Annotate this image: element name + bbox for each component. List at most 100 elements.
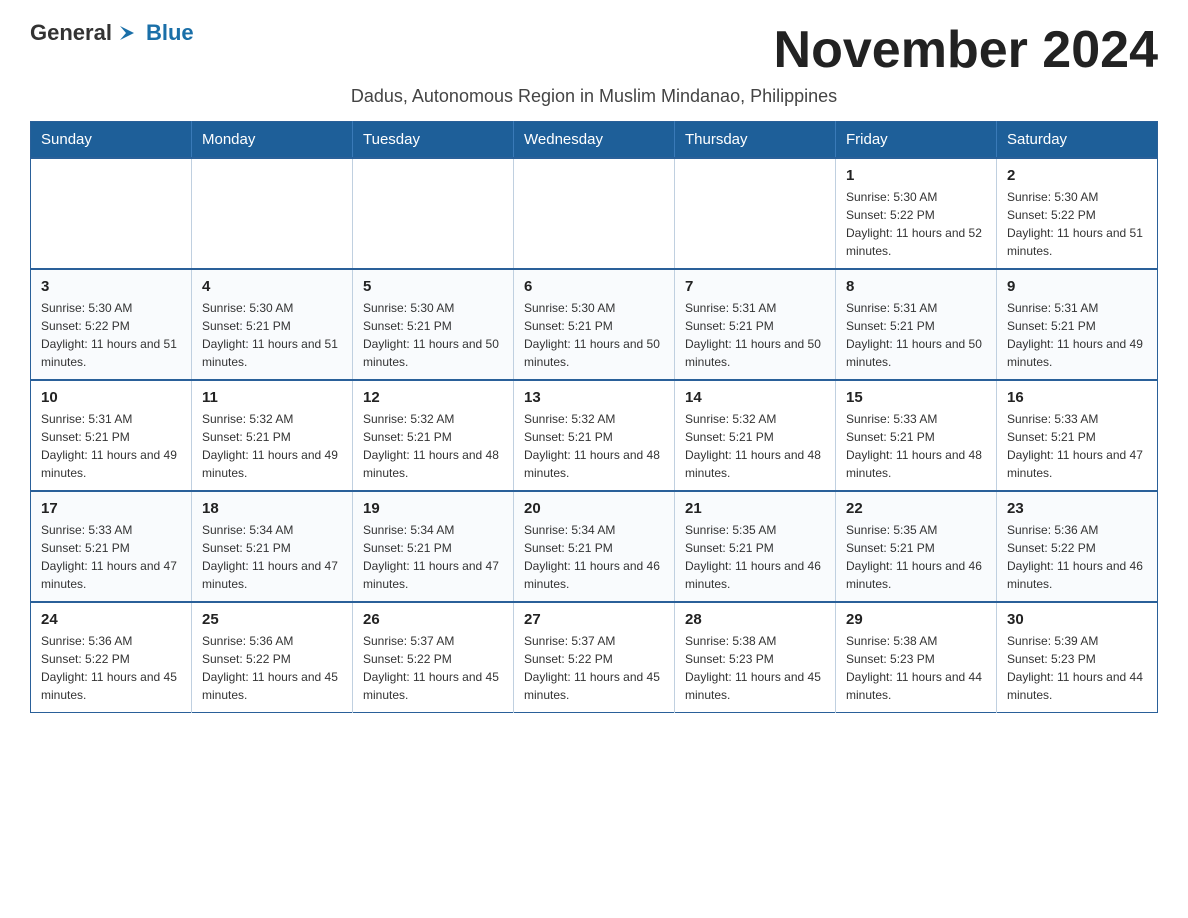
day-number: 27 xyxy=(524,611,664,628)
day-number: 11 xyxy=(202,389,342,406)
day-info: Sunrise: 5:35 AM Sunset: 5:21 PM Dayligh… xyxy=(846,521,986,593)
day-info: Sunrise: 5:30 AM Sunset: 5:22 PM Dayligh… xyxy=(846,188,986,260)
day-number: 24 xyxy=(41,611,181,628)
day-number: 26 xyxy=(363,611,503,628)
day-info: Sunrise: 5:30 AM Sunset: 5:22 PM Dayligh… xyxy=(41,299,181,371)
calendar-cell: 24 Sunrise: 5:36 AM Sunset: 5:22 PM Dayli… xyxy=(31,602,192,713)
subtitle: Dadus, Autonomous Region in Muslim Minda… xyxy=(30,86,1158,107)
calendar-cell: 1 Sunrise: 5:30 AM Sunset: 5:22 PM Daylig… xyxy=(836,158,997,269)
day-info: Sunrise: 5:36 AM Sunset: 5:22 PM Dayligh… xyxy=(1007,521,1147,593)
day-info: Sunrise: 5:37 AM Sunset: 5:22 PM Dayligh… xyxy=(363,632,503,704)
calendar-cell xyxy=(514,158,675,269)
day-number: 19 xyxy=(363,500,503,517)
day-info: Sunrise: 5:33 AM Sunset: 5:21 PM Dayligh… xyxy=(1007,410,1147,482)
day-info: Sunrise: 5:36 AM Sunset: 5:22 PM Dayligh… xyxy=(202,632,342,704)
header-row: SundayMondayTuesdayWednesdayThursdayFrid… xyxy=(31,122,1158,159)
calendar-cell: 6 Sunrise: 5:30 AM Sunset: 5:21 PM Daylig… xyxy=(514,269,675,380)
day-number: 29 xyxy=(846,611,986,628)
day-info: Sunrise: 5:31 AM Sunset: 5:21 PM Dayligh… xyxy=(846,299,986,371)
day-number: 23 xyxy=(1007,500,1147,517)
day-number: 12 xyxy=(363,389,503,406)
day-number: 17 xyxy=(41,500,181,517)
day-number: 3 xyxy=(41,278,181,295)
day-info: Sunrise: 5:38 AM Sunset: 5:23 PM Dayligh… xyxy=(846,632,986,704)
day-number: 10 xyxy=(41,389,181,406)
day-number: 16 xyxy=(1007,389,1147,406)
day-number: 1 xyxy=(846,167,986,184)
calendar-week-1: 1 Sunrise: 5:30 AM Sunset: 5:22 PM Daylig… xyxy=(31,158,1158,269)
calendar-cell: 12 Sunrise: 5:32 AM Sunset: 5:21 PM Dayli… xyxy=(353,380,514,491)
calendar-cell: 18 Sunrise: 5:34 AM Sunset: 5:21 PM Dayli… xyxy=(192,491,353,602)
day-info: Sunrise: 5:35 AM Sunset: 5:21 PM Dayligh… xyxy=(685,521,825,593)
day-info: Sunrise: 5:34 AM Sunset: 5:21 PM Dayligh… xyxy=(202,521,342,593)
calendar-cell: 16 Sunrise: 5:33 AM Sunset: 5:21 PM Dayli… xyxy=(997,380,1158,491)
calendar-table: SundayMondayTuesdayWednesdayThursdayFrid… xyxy=(30,121,1158,713)
day-info: Sunrise: 5:33 AM Sunset: 5:21 PM Dayligh… xyxy=(846,410,986,482)
logo: General Blue xyxy=(30,20,194,46)
calendar-cell: 26 Sunrise: 5:37 AM Sunset: 5:22 PM Dayli… xyxy=(353,602,514,713)
day-info: Sunrise: 5:34 AM Sunset: 5:21 PM Dayligh… xyxy=(524,521,664,593)
day-info: Sunrise: 5:30 AM Sunset: 5:21 PM Dayligh… xyxy=(202,299,342,371)
calendar-cell: 8Sunrise: 5:31 AM Sunset: 5:21 PM Daylig… xyxy=(836,269,997,380)
day-info: Sunrise: 5:32 AM Sunset: 5:21 PM Dayligh… xyxy=(524,410,664,482)
day-info: Sunrise: 5:32 AM Sunset: 5:21 PM Dayligh… xyxy=(363,410,503,482)
day-info: Sunrise: 5:33 AM Sunset: 5:21 PM Dayligh… xyxy=(41,521,181,593)
calendar-cell: 29 Sunrise: 5:38 AM Sunset: 5:23 PM Dayli… xyxy=(836,602,997,713)
calendar-cell: 20 Sunrise: 5:34 AM Sunset: 5:21 PM Dayli… xyxy=(514,491,675,602)
header-day-saturday: Saturday xyxy=(997,122,1158,159)
day-info: Sunrise: 5:37 AM Sunset: 5:22 PM Dayligh… xyxy=(524,632,664,704)
calendar-cell: 21 Sunrise: 5:35 AM Sunset: 5:21 PM Dayli… xyxy=(675,491,836,602)
day-info: Sunrise: 5:38 AM Sunset: 5:23 PM Dayligh… xyxy=(685,632,825,704)
calendar-week-3: 10 Sunrise: 5:31 AM Sunset: 5:21 PM Dayli… xyxy=(31,380,1158,491)
calendar-week-4: 17 Sunrise: 5:33 AM Sunset: 5:21 PM Dayli… xyxy=(31,491,1158,602)
day-number: 7 xyxy=(685,278,825,295)
logo-text-general: General xyxy=(30,20,112,46)
calendar-cell: 15Sunrise: 5:33 AM Sunset: 5:21 PM Dayli… xyxy=(836,380,997,491)
calendar-cell: 2 Sunrise: 5:30 AM Sunset: 5:22 PM Daylig… xyxy=(997,158,1158,269)
calendar-cell: 23 Sunrise: 5:36 AM Sunset: 5:22 PM Dayli… xyxy=(997,491,1158,602)
day-info: Sunrise: 5:30 AM Sunset: 5:22 PM Dayligh… xyxy=(1007,188,1147,260)
calendar-cell: 28 Sunrise: 5:38 AM Sunset: 5:23 PM Dayli… xyxy=(675,602,836,713)
day-info: Sunrise: 5:31 AM Sunset: 5:21 PM Dayligh… xyxy=(1007,299,1147,371)
day-number: 20 xyxy=(524,500,664,517)
calendar-cell: 27 Sunrise: 5:37 AM Sunset: 5:22 PM Dayli… xyxy=(514,602,675,713)
day-info: Sunrise: 5:30 AM Sunset: 5:21 PM Dayligh… xyxy=(524,299,664,371)
header-day-thursday: Thursday xyxy=(675,122,836,159)
calendar-cell xyxy=(353,158,514,269)
calendar-cell: 19 Sunrise: 5:34 AM Sunset: 5:21 PM Dayli… xyxy=(353,491,514,602)
day-number: 21 xyxy=(685,500,825,517)
day-info: Sunrise: 5:32 AM Sunset: 5:21 PM Dayligh… xyxy=(685,410,825,482)
calendar-cell: 25Sunrise: 5:36 AM Sunset: 5:22 PM Dayli… xyxy=(192,602,353,713)
day-info: Sunrise: 5:39 AM Sunset: 5:23 PM Dayligh… xyxy=(1007,632,1147,704)
calendar-week-2: 3 Sunrise: 5:30 AM Sunset: 5:22 PM Daylig… xyxy=(31,269,1158,380)
day-info: Sunrise: 5:34 AM Sunset: 5:21 PM Dayligh… xyxy=(363,521,503,593)
day-number: 2 xyxy=(1007,167,1147,184)
day-info: Sunrise: 5:32 AM Sunset: 5:21 PM Dayligh… xyxy=(202,410,342,482)
day-number: 9 xyxy=(1007,278,1147,295)
day-number: 14 xyxy=(685,389,825,406)
header-day-monday: Monday xyxy=(192,122,353,159)
calendar-week-5: 24 Sunrise: 5:36 AM Sunset: 5:22 PM Dayli… xyxy=(31,602,1158,713)
day-info: Sunrise: 5:31 AM Sunset: 5:21 PM Dayligh… xyxy=(685,299,825,371)
calendar-cell: 5Sunrise: 5:30 AM Sunset: 5:21 PM Daylig… xyxy=(353,269,514,380)
header-day-friday: Friday xyxy=(836,122,997,159)
day-number: 22 xyxy=(846,500,986,517)
calendar-header: SundayMondayTuesdayWednesdayThursdayFrid… xyxy=(31,122,1158,159)
calendar-cell xyxy=(675,158,836,269)
day-number: 6 xyxy=(524,278,664,295)
day-info: Sunrise: 5:31 AM Sunset: 5:21 PM Dayligh… xyxy=(41,410,181,482)
calendar-cell: 13 Sunrise: 5:32 AM Sunset: 5:21 PM Dayli… xyxy=(514,380,675,491)
header: General Blue November 2024 xyxy=(30,20,1158,80)
logo-arrow-icon xyxy=(116,22,138,44)
day-number: 5 xyxy=(363,278,503,295)
day-number: 18 xyxy=(202,500,342,517)
calendar-cell xyxy=(192,158,353,269)
calendar-cell: 22 Sunrise: 5:35 AM Sunset: 5:21 PM Dayli… xyxy=(836,491,997,602)
day-number: 13 xyxy=(524,389,664,406)
calendar-cell: 11 Sunrise: 5:32 AM Sunset: 5:21 PM Dayli… xyxy=(192,380,353,491)
month-title: November 2024 xyxy=(774,20,1158,80)
calendar-cell xyxy=(31,158,192,269)
day-info: Sunrise: 5:36 AM Sunset: 5:22 PM Dayligh… xyxy=(41,632,181,704)
day-number: 28 xyxy=(685,611,825,628)
calendar-cell: 3 Sunrise: 5:30 AM Sunset: 5:22 PM Daylig… xyxy=(31,269,192,380)
